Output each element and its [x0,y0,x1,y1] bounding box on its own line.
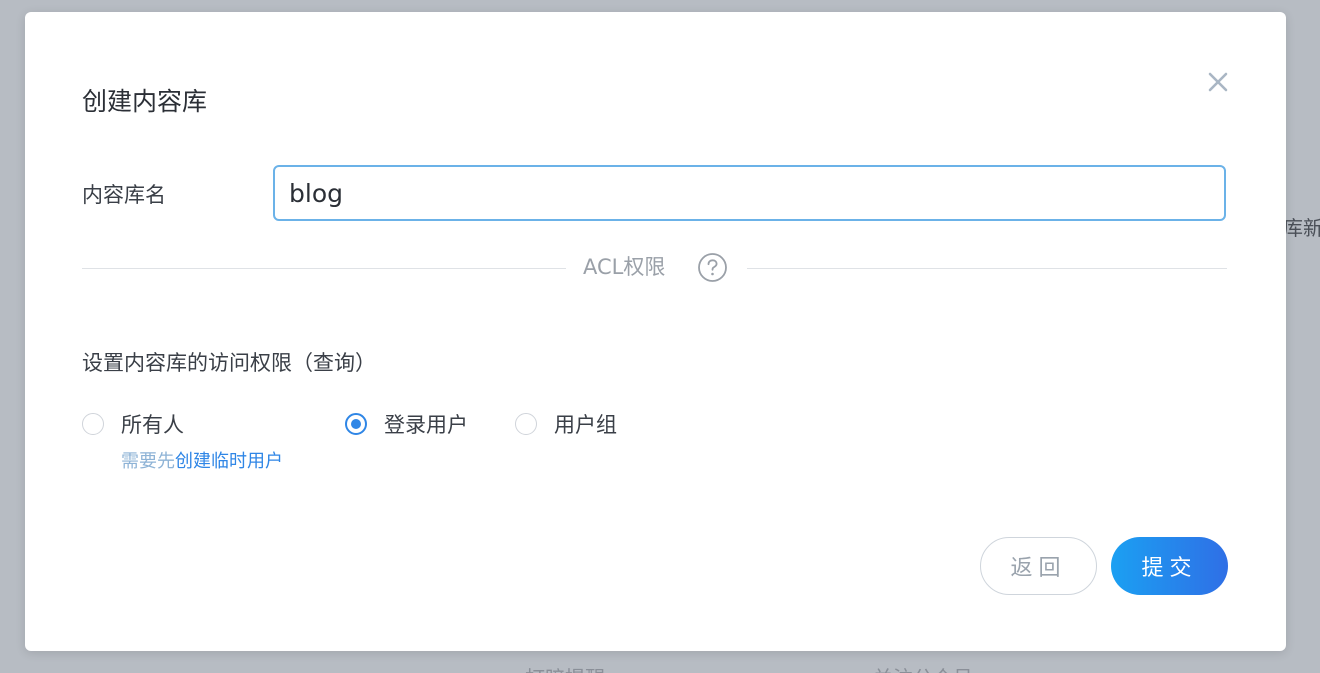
radio-circle[interactable] [82,413,104,435]
radio-user-group[interactable]: 用户组 [515,409,617,439]
library-name-label: 内容库名 [82,183,166,207]
create-temp-user-link[interactable]: 创建临时用户 [175,451,283,472]
radio-logged-in-users[interactable]: 登录用户 [345,409,468,439]
background-text-fragment: 库新 [1283,216,1320,240]
radio-circle[interactable] [515,413,537,435]
radio-label: 所有人 [121,413,184,437]
divider-line [747,268,1227,269]
close-icon[interactable] [1203,67,1233,97]
background-text-fragment: 打暗提醒 [525,662,605,673]
radio-circle-checked[interactable] [345,413,367,435]
radio-everyone[interactable]: 所有人 [82,409,184,439]
question-circle-icon[interactable] [697,252,728,283]
dialog-title: 创建内容库 [82,87,208,116]
acl-description: 设置内容库的访问权限（查询） [82,351,376,375]
background-text-fragment: 关注公众号 [873,662,973,673]
create-temp-user-hint: 需要先创建临时用户 [121,449,283,475]
submit-button[interactable]: 提交 [1111,537,1228,595]
create-library-dialog: 创建内容库 内容库名 ACL权限 设置内容库的访问权限（查询） 所有人 登录用户… [25,12,1286,651]
radio-label: 登录用户 [384,413,468,437]
divider-line [82,268,566,269]
back-button[interactable]: 返回 [980,537,1097,595]
acl-section-title: ACL权限 [583,255,666,279]
library-name-input[interactable] [273,165,1226,221]
radio-label: 用户组 [554,413,617,437]
hint-text: 需要先 [121,451,175,472]
